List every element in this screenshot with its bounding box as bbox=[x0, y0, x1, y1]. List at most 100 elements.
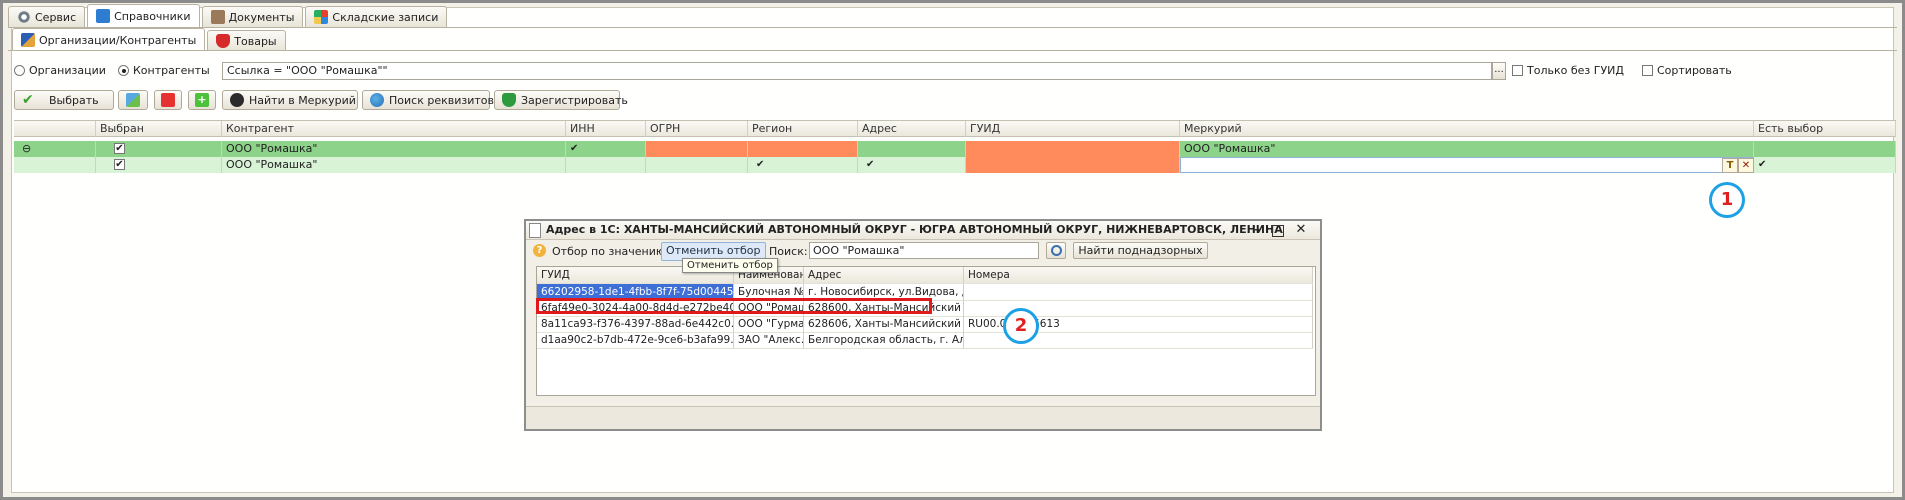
radio-organizations[interactable]: Организации bbox=[14, 64, 106, 77]
selected-checkbox[interactable]: ✔ bbox=[96, 141, 222, 157]
register-button[interactable]: Зарегистрировать bbox=[494, 90, 628, 110]
search-requisites-button[interactable]: Поиск реквизитов bbox=[362, 90, 494, 110]
tab-goods[interactable]: Товары bbox=[207, 30, 286, 51]
selected-checkbox[interactable]: ✔ bbox=[96, 157, 222, 173]
header-region[interactable]: Регион bbox=[748, 121, 858, 137]
tab-organizations[interactable]: Организации/Контрагенты bbox=[12, 28, 206, 51]
ogrn-cell bbox=[646, 157, 748, 173]
button-label: Найти в Меркурий bbox=[249, 93, 356, 107]
checkbox-label: Сортировать bbox=[1657, 64, 1732, 77]
delete-button[interactable] bbox=[154, 90, 182, 110]
header-has-choice[interactable]: Есть выбор bbox=[1754, 121, 1896, 137]
mercury-edit-field[interactable] bbox=[1180, 157, 1754, 173]
ellipsis-button[interactable]: ... bbox=[1492, 62, 1506, 80]
filter-query-field[interactable]: Ссылка = "ООО "Ромашка"" bbox=[222, 62, 1492, 80]
filter-by-value-label[interactable]: Отбор по значению bbox=[552, 245, 665, 258]
guid-cell: d1aa90c2-b7db-472e-9ce6-b3afa99... bbox=[537, 332, 734, 348]
filter-query-value: Ссылка = "ООО "Ромашка"" bbox=[227, 64, 388, 77]
close-icon[interactable]: ✕ bbox=[1294, 221, 1308, 239]
header-contractor[interactable]: Контрагент bbox=[222, 121, 566, 137]
tab-label: Товары bbox=[234, 34, 277, 48]
maximize-icon[interactable] bbox=[1272, 225, 1284, 237]
minimize-icon[interactable]: – bbox=[1250, 221, 1264, 239]
name-cell: ЗАО "Алекс... bbox=[734, 332, 804, 348]
find-in-mercury-button[interactable]: Найти в Меркурий bbox=[222, 90, 358, 110]
warehouse-icon bbox=[314, 10, 329, 24]
search-button[interactable] bbox=[1046, 242, 1066, 259]
globe-search-icon bbox=[370, 93, 384, 107]
table-row[interactable]: d1aa90c2-b7db-472e-9ce6-b3afa99... ЗАО "… bbox=[537, 332, 1313, 349]
document-icon bbox=[529, 223, 541, 238]
address-cell bbox=[858, 141, 966, 157]
shield-icon bbox=[502, 93, 516, 107]
checkbox-icon bbox=[1512, 65, 1523, 76]
checkbox-label: Только без ГУИД bbox=[1527, 64, 1624, 77]
table-header: ГУИД Наименован... Адрес Номера bbox=[537, 267, 1313, 284]
header-selected[interactable]: Выбран bbox=[96, 121, 222, 137]
edit-icon bbox=[126, 93, 140, 107]
button-label: Поиск реквизитов bbox=[389, 93, 494, 107]
select-button[interactable]: ✔ Выбрать bbox=[14, 90, 114, 110]
header-guid[interactable]: ГУИД bbox=[966, 121, 1180, 137]
tab-documents[interactable]: Документы bbox=[201, 6, 304, 27]
checkbox-icon bbox=[1642, 65, 1653, 76]
mercury-icon bbox=[230, 93, 244, 107]
table-row[interactable]: 8a11ca93-f376-4397-88ad-6e442c0... ООО "… bbox=[537, 316, 1313, 333]
header-inn[interactable]: ИНН bbox=[566, 121, 646, 137]
contractor-cell: ООО "Ромашка" bbox=[222, 141, 566, 157]
tab-label: Складские записи bbox=[332, 10, 439, 24]
add-button[interactable]: + bbox=[188, 90, 216, 110]
tab-label: Организации/Контрагенты bbox=[39, 33, 197, 47]
help-icon[interactable]: ? bbox=[533, 244, 546, 257]
radio-label: Организации bbox=[29, 64, 106, 77]
address-cell: ✔ bbox=[858, 157, 966, 173]
tab-catalogs[interactable]: Справочники bbox=[87, 4, 200, 27]
dialog-title-bar: Адрес в 1С: ХАНТЫ-МАНСИЙСКИЙ АВТОНОМНЫЙ … bbox=[526, 221, 1320, 240]
address-cell: Белгородская область, г. Алексее... bbox=[804, 332, 964, 348]
address-cell: 628606, Ханты-Мансийский Автон... bbox=[804, 316, 964, 332]
header-mercury[interactable]: Меркурий bbox=[1180, 121, 1754, 137]
guid-cell bbox=[966, 157, 1180, 173]
header-numbers[interactable]: Номера bbox=[964, 267, 1313, 283]
button-label: Выбрать bbox=[49, 93, 99, 107]
find-supervised-button[interactable]: Найти поднадзорных bbox=[1073, 242, 1208, 259]
documents-icon bbox=[210, 10, 225, 24]
expand-toggle[interactable]: ⊖ bbox=[14, 141, 96, 157]
header-ogrn[interactable]: ОГРН bbox=[646, 121, 748, 137]
search-input[interactable]: ООО "Ромашка" bbox=[809, 242, 1039, 259]
callout-marker-2: 2 bbox=[1003, 308, 1039, 344]
radio-icon bbox=[118, 65, 129, 76]
highlight-box bbox=[536, 298, 932, 314]
tab-label: Сервис bbox=[35, 10, 77, 24]
table-row[interactable]: ✔ ООО "Ромашка" ✔ ✔ T ✕ ✔ bbox=[14, 157, 1896, 173]
catalog-icon bbox=[96, 9, 111, 23]
tab-warehouse[interactable]: Складские записи bbox=[305, 6, 448, 27]
clear-button[interactable]: ✕ bbox=[1738, 158, 1754, 173]
cart-icon bbox=[216, 34, 231, 48]
sort-checkbox[interactable]: Сортировать bbox=[1642, 64, 1732, 77]
text-type-button[interactable]: T bbox=[1722, 158, 1738, 173]
edit-button[interactable] bbox=[118, 90, 148, 110]
gear-icon bbox=[17, 10, 31, 24]
checkmark-icon: ✔ bbox=[22, 92, 34, 108]
only-without-guid-checkbox[interactable]: Только без ГУИД bbox=[1512, 64, 1624, 77]
radio-contractors[interactable]: Контрагенты bbox=[118, 64, 210, 77]
numbers-cell bbox=[964, 284, 1313, 300]
address-table: ГУИД Наименован... Адрес Номера 66202958… bbox=[536, 266, 1316, 396]
tab-label: Справочники bbox=[114, 9, 191, 23]
header-address[interactable]: Адрес bbox=[858, 121, 966, 137]
name-cell: ООО "Гурма... bbox=[734, 316, 804, 332]
tab-service[interactable]: Сервис bbox=[8, 6, 86, 27]
contractor-cell: ООО "Ромашка" bbox=[222, 157, 566, 173]
tooltip: Отменить отбор bbox=[682, 258, 778, 273]
callout-marker-1: 1 bbox=[1709, 182, 1745, 218]
grid-header: Выбран Контрагент ИНН ОГРН Регион Адрес … bbox=[14, 121, 1896, 137]
magnifier-icon bbox=[1051, 245, 1062, 256]
table-row[interactable]: ⊖ ✔ ООО "Ромашка" ✔ ООО "Ромашка" bbox=[14, 141, 1896, 157]
checkbox-icon: ✔ bbox=[114, 143, 125, 154]
guid-cell: 8a11ca93-f376-4397-88ad-6e442c0... bbox=[537, 316, 734, 332]
header-expand bbox=[14, 121, 96, 137]
header-address[interactable]: Адрес bbox=[804, 267, 964, 283]
expand-toggle bbox=[14, 157, 96, 173]
tab-label: Документы bbox=[228, 10, 295, 24]
